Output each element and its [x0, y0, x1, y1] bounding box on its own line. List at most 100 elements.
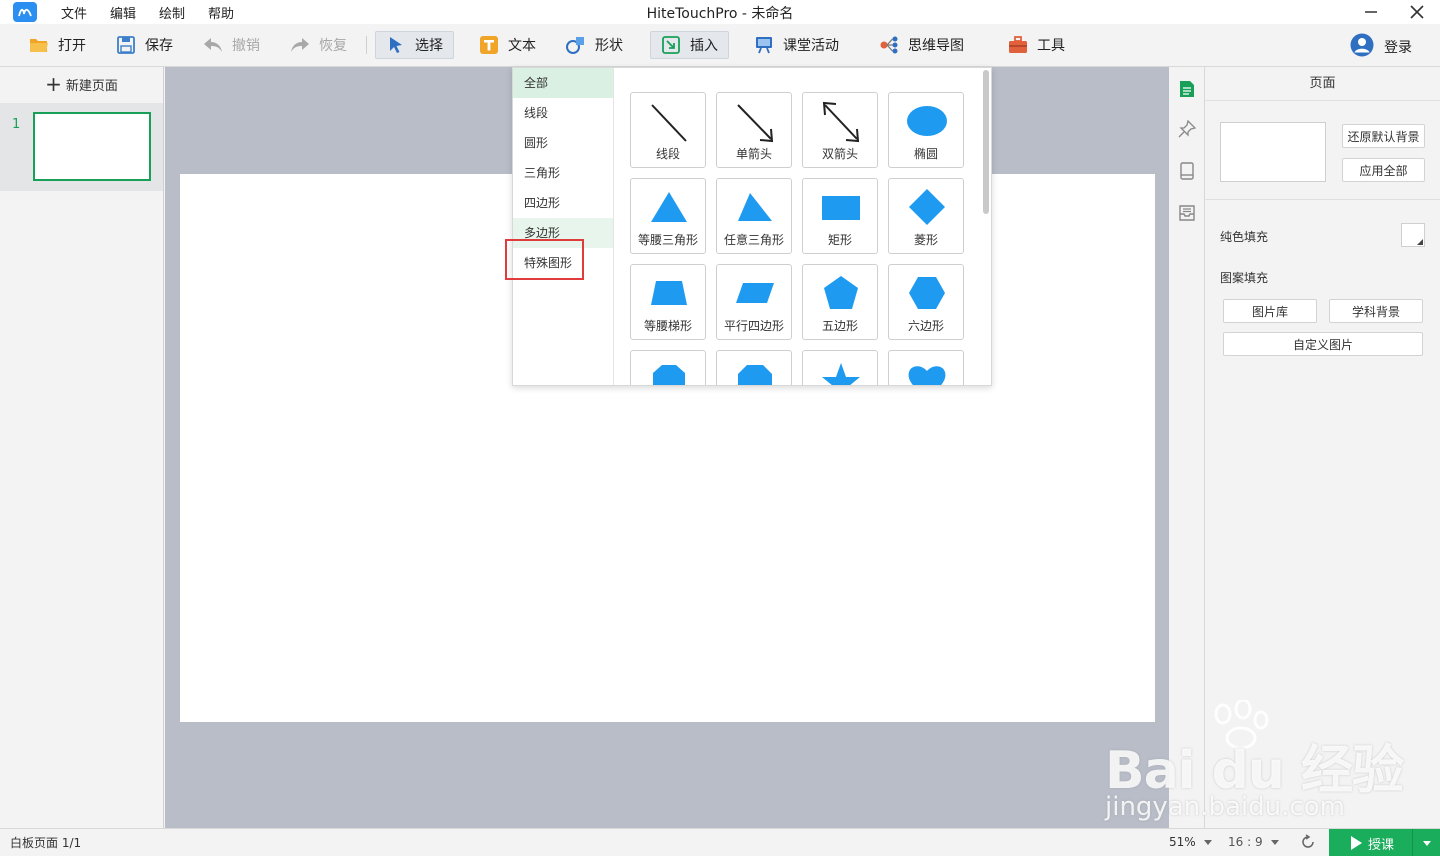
close-button[interactable] — [1394, 0, 1440, 24]
shape-isosceles-trapezoid[interactable]: 等腰梯形 — [630, 264, 706, 340]
title-bar: 文件 编辑 绘制 帮助 HiteTouchPro - 未命名 — [0, 0, 1440, 24]
toolbar-separator — [366, 36, 367, 54]
text-label: 文本 — [508, 38, 536, 54]
shape-single-arrow[interactable]: 单箭头 — [716, 92, 792, 168]
category-line[interactable]: 线段 — [513, 98, 613, 128]
save-label: 保存 — [145, 38, 173, 54]
shape-button[interactable]: 形状 — [555, 31, 634, 59]
heart-shape-icon — [908, 366, 946, 385]
insert-button[interactable]: 插入 — [650, 31, 729, 59]
page-info: 白板页面 1/1 — [10, 836, 82, 850]
mindmap-label: 思维导图 — [908, 38, 964, 54]
shape-star[interactable] — [802, 350, 878, 385]
category-quadrilateral[interactable]: 四边形 — [513, 188, 613, 218]
shape-isosceles-triangle-label: 等腰三角形 — [637, 233, 698, 247]
shape-ellipse-label: 椭圆 — [913, 147, 938, 161]
pin-icon[interactable] — [1177, 119, 1197, 139]
shape-rectangle[interactable]: 矩形 — [802, 178, 878, 254]
select-label: 选择 — [415, 38, 443, 54]
shape-isosceles-triangle[interactable]: 等腰三角形 — [630, 178, 706, 254]
single-arrow-icon — [737, 104, 774, 143]
mindmap-button[interactable]: 思维导图 — [868, 31, 975, 59]
inbox-icon[interactable] — [1177, 203, 1197, 223]
menu-edit[interactable]: 编辑 — [110, 3, 136, 22]
rotate-icon[interactable] — [1300, 834, 1316, 850]
tools-button[interactable]: 工具 — [997, 31, 1076, 59]
insert-icon — [661, 35, 681, 55]
select-button[interactable]: 选择 — [375, 31, 454, 59]
insert-label: 插入 — [690, 38, 718, 54]
book-icon[interactable] — [1177, 161, 1197, 181]
apply-all-button[interactable]: 应用全部 — [1342, 158, 1425, 182]
login-button[interactable]: 登录 — [1350, 33, 1412, 61]
shape-heptagon[interactable] — [630, 350, 706, 385]
shape-double-arrow[interactable]: 双箭头 — [802, 92, 878, 168]
open-button[interactable]: 打开 — [18, 31, 97, 59]
shape-hexagon-label: 六边形 — [907, 319, 944, 333]
reset-background-button[interactable]: 还原默认背景 — [1342, 124, 1425, 148]
hexagon-shape-icon — [909, 277, 945, 309]
rectangle-shape-icon — [822, 196, 860, 220]
chevron-down-icon — [1422, 840, 1431, 846]
new-page-button[interactable]: + 新建页面 — [0, 67, 163, 101]
fill-color-picker[interactable] — [1401, 223, 1425, 247]
category-circle[interactable]: 圆形 — [513, 128, 613, 158]
category-polygon[interactable]: 多边形 — [513, 218, 613, 248]
category-all[interactable]: 全部 — [513, 68, 613, 98]
close-icon — [1410, 5, 1424, 19]
parallelogram-shape-icon — [736, 283, 774, 303]
menu-draw[interactable]: 绘制 — [159, 3, 185, 22]
aspect-ratio-selector[interactable]: 16 : 9 — [1228, 835, 1279, 849]
shape-rhombus-label: 菱形 — [913, 233, 938, 247]
save-button[interactable]: 保存 — [105, 31, 184, 59]
shape-octagon[interactable] — [716, 350, 792, 385]
custom-image-button[interactable]: 自定义图片 — [1223, 332, 1423, 356]
status-bar: 白板页面 1/1 51% 16 : 9 授课 — [0, 828, 1440, 856]
page-thumbnail[interactable] — [33, 112, 151, 181]
shape-pentagon-label: 五边形 — [821, 319, 858, 333]
shape-line[interactable]: 线段 — [630, 92, 706, 168]
shape-pentagon[interactable]: 五边形 — [802, 264, 878, 340]
panel-title: 页面 — [1205, 67, 1440, 101]
presentation-board-icon — [754, 35, 774, 55]
main-toolbar: 打开 保存 撤销 恢复 选择 文本 形状 插入 课堂活动 思维导图 工具 — [0, 24, 1440, 67]
shape-rectangle-label: 矩形 — [827, 233, 852, 247]
shape-parallelogram[interactable]: 平行四边形 — [716, 264, 792, 340]
shape-rhombus[interactable]: 菱形 — [888, 178, 964, 254]
solid-fill-label: 纯色填充 — [1220, 230, 1269, 244]
app-logo-icon — [13, 2, 37, 22]
open-label: 打开 — [58, 38, 86, 54]
redo-button[interactable]: 恢复 — [279, 31, 358, 59]
shape-ellipse[interactable]: 椭圆 — [888, 92, 964, 168]
image-gallery-button[interactable]: 图片库 — [1223, 299, 1317, 323]
plus-icon: + — [45, 72, 62, 96]
shape-arbitrary-triangle[interactable]: 任意三角形 — [716, 178, 792, 254]
category-triangle[interactable]: 三角形 — [513, 158, 613, 188]
shape-heart[interactable] — [888, 350, 964, 385]
teach-options-dropdown[interactable] — [1412, 829, 1440, 856]
text-icon — [479, 35, 499, 55]
shape-single-arrow-label: 单箭头 — [735, 147, 772, 161]
subject-background-button[interactable]: 学科背景 — [1329, 299, 1423, 323]
menu-file[interactable]: 文件 — [61, 3, 87, 22]
text-button[interactable]: 文本 — [468, 31, 547, 59]
menu-bar: 文件 编辑 绘制 帮助 — [61, 3, 257, 22]
floppy-icon — [116, 35, 136, 55]
menu-help[interactable]: 帮助 — [208, 3, 234, 22]
undo-icon — [203, 35, 223, 55]
shape-scrollbar[interactable] — [983, 70, 989, 383]
category-special[interactable]: 特殊图形 — [513, 248, 613, 278]
aspect-ratio-value: 16 : 9 — [1228, 835, 1263, 849]
page-properties-icon[interactable] — [1177, 79, 1197, 99]
undo-button[interactable]: 撤销 — [192, 31, 271, 59]
minimize-button[interactable] — [1348, 0, 1394, 24]
scrollbar-thumb[interactable] — [983, 70, 989, 214]
zoom-selector[interactable]: 51% — [1169, 835, 1212, 849]
start-teaching-button[interactable]: 授课 — [1329, 829, 1440, 856]
classroom-activity-button[interactable]: 课堂活动 — [743, 31, 850, 59]
dropdown-corner-icon — [1417, 239, 1423, 245]
shape-hexagon[interactable]: 六边形 — [888, 264, 964, 340]
pentagon-shape-icon — [824, 276, 858, 309]
page-thumbnail-row[interactable]: 1 — [0, 103, 163, 191]
page-list-panel: + 新建页面 1 — [0, 67, 164, 828]
